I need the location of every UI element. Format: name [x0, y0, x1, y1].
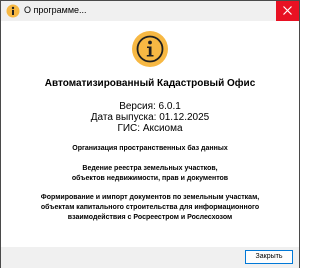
dialog-footer: Закрыть: [1, 247, 299, 268]
close-window-button[interactable]: [276, 1, 299, 21]
feature-line-3: объектов недвижимости, прав и документов: [71, 175, 229, 182]
product-name: Автоматизированный Кадастровый Офис: [44, 78, 256, 89]
feature-line-5: объектам капитального строительства для …: [40, 204, 260, 211]
info-icon: [131, 30, 169, 68]
app-info-icon: [6, 4, 20, 18]
title-bar[interactable]: О программе...: [1, 1, 299, 21]
close-icon: [283, 6, 292, 15]
about-dialog: О программе... Автоматизированный Кадаст…: [0, 0, 300, 268]
feature-line-1: Организация пространственных баз данных: [72, 145, 228, 152]
feature-line-2: Ведение реестра земельных участков,: [82, 165, 218, 172]
feature-line-4: Формирование и импорт документов по земе…: [40, 194, 260, 201]
version-text: Версия: 6.0.1: [119, 101, 181, 112]
about-content: Автоматизированный Кадастровый Офис Верс…: [1, 21, 299, 247]
gis-text: ГИС: Аксиома: [117, 123, 183, 134]
close-button[interactable]: Закрыть: [245, 250, 293, 264]
window-title: О программе...: [24, 5, 87, 15]
feature-line-6: взаимодействия с Росреестром и Рослесхоз…: [67, 214, 233, 221]
release-date-text: Дата выпуска: 01.12.2025: [90, 112, 210, 123]
